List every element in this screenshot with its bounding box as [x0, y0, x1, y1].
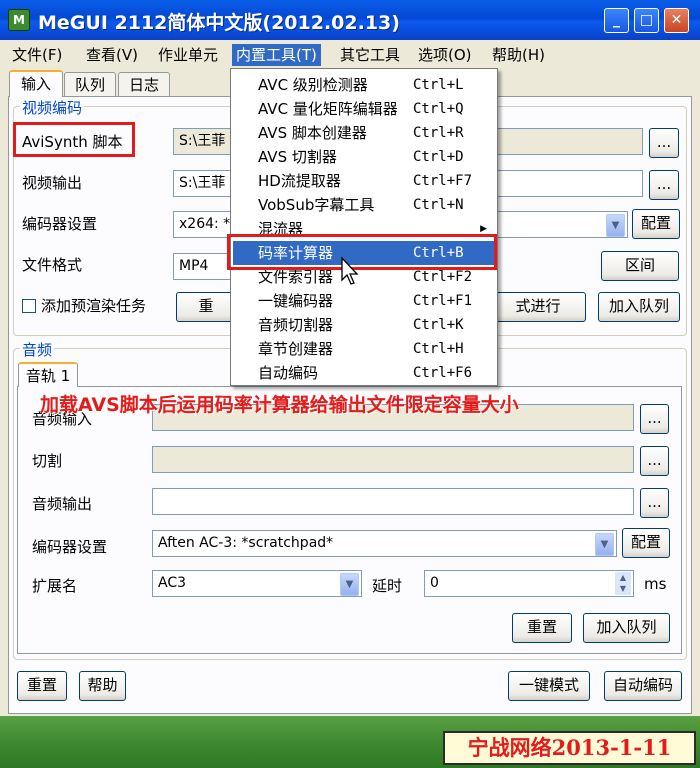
audio-encoder-select[interactable]: Aften AC-3: *scratchpad* ▼: [152, 530, 617, 557]
audio-output-field[interactable]: [152, 488, 634, 515]
audio-encoder-label: 编码器设置: [32, 538, 108, 556]
close-icon: ✕: [670, 12, 683, 28]
avisynth-browse-button[interactable]: ...: [649, 128, 679, 158]
prerender-checkbox[interactable]: [22, 299, 36, 313]
audio-cut-label: 切割: [32, 452, 63, 470]
menu-item-auto-encode[interactable]: 自动编码 Ctrl+F6: [233, 361, 495, 385]
spinner-arrows-icon[interactable]: ▲ ▼: [615, 572, 631, 595]
watermark-label: 宁战网络2013-1-11: [443, 731, 696, 765]
menu-item-avc-matrix-editor[interactable]: AVC 量化矩阵编辑器 Ctrl+Q: [233, 97, 495, 121]
delay-value: 0: [430, 575, 439, 591]
delay-stepper[interactable]: 0 ▲ ▼: [424, 570, 634, 597]
menu-item-avs-cutter[interactable]: AVS 切割器 Ctrl+D: [233, 145, 495, 169]
menu-item-hd-stream-extractor[interactable]: HD流提取器 Ctrl+F7: [233, 169, 495, 193]
extension-value: AC3: [158, 575, 187, 591]
annotation-text: 加载AVS脚本后运用码率计算器给输出文件限定容量大小: [40, 394, 519, 416]
video-enqueue-button[interactable]: 加入队列: [598, 292, 680, 322]
maximize-icon: □: [639, 12, 654, 28]
audio-encoder-value: Aften AC-3: *scratchpad*: [158, 535, 334, 551]
menu-file[interactable]: 文件(F): [8, 44, 66, 66]
video-run-button[interactable]: 式进行: [490, 292, 586, 322]
menu-help[interactable]: 帮助(H): [488, 44, 549, 66]
menu-options[interactable]: 选项(O): [414, 44, 476, 66]
audio-enqueue-button[interactable]: 加入队列: [583, 613, 670, 643]
app-icon: M: [8, 9, 30, 31]
menu-other-tools[interactable]: 其它工具: [336, 44, 404, 66]
file-format-label: 文件格式: [22, 256, 83, 274]
mouse-pointer-icon: [341, 256, 359, 285]
extension-select[interactable]: AC3 ▼: [152, 570, 362, 597]
video-encoder-value: x264: *: [179, 216, 231, 232]
menu-jobs[interactable]: 作业单元: [154, 44, 222, 66]
prerender-label: 添加预渲染任务: [41, 297, 147, 315]
minimize-icon: _: [613, 12, 620, 28]
help-button[interactable]: 帮助: [79, 671, 126, 701]
auto-encode-button[interactable]: 自动编码: [604, 671, 682, 701]
video-encoder-label: 编码器设置: [22, 215, 98, 233]
video-reset-button[interactable]: 重: [176, 292, 236, 322]
audio-config-button[interactable]: 配置: [622, 528, 670, 558]
audio-group-title: 音频: [20, 339, 55, 360]
close-button[interactable]: ✕: [664, 8, 689, 33]
menu-item-avc-level-checker[interactable]: AVC 级别检测器 Ctrl+L: [233, 73, 495, 97]
extension-label: 扩展名: [32, 577, 78, 595]
maximize-button[interactable]: □: [634, 8, 659, 33]
delay-label: 延时: [372, 577, 403, 595]
chevron-down-icon[interactable]: ▼: [340, 573, 359, 596]
video-output-browse-button[interactable]: ...: [649, 170, 679, 200]
tab-log[interactable]: 日志: [118, 72, 170, 96]
minimize-button[interactable]: _: [604, 8, 629, 33]
audio-cut-field[interactable]: [152, 446, 634, 473]
delay-unit: ms: [644, 575, 667, 593]
audio-output-browse-button[interactable]: ...: [640, 488, 669, 518]
video-config-button[interactable]: 配置: [632, 209, 680, 239]
tab-input[interactable]: 输入: [9, 70, 63, 97]
menu-tools[interactable]: 内置工具(T): [232, 44, 321, 66]
menu-item-oneclick-encoder[interactable]: 一键编码器 Ctrl+F1: [233, 289, 495, 313]
range-button[interactable]: 区间: [601, 251, 679, 281]
audio-reset-button[interactable]: 重置: [512, 613, 572, 643]
video-output-label: 视频输出: [22, 174, 83, 192]
tab-audio-track-1[interactable]: 音轨 1: [18, 362, 78, 387]
menu-item-chapter-creator[interactable]: 章节创建器 Ctrl+H: [233, 337, 495, 361]
chevron-down-icon[interactable]: ▼: [595, 533, 614, 556]
oneclick-mode-button[interactable]: 一键模式: [508, 671, 590, 701]
audio-cut-browse-button[interactable]: ...: [640, 446, 669, 476]
tab-queue[interactable]: 队列: [64, 72, 116, 96]
menu-item-avs-script-creator[interactable]: AVS 脚本创建器 Ctrl+R: [233, 121, 495, 145]
video-group-title: 视频编码: [20, 97, 85, 118]
highlight-box-bitrate-calculator: [227, 234, 497, 270]
highlight-box-avisynth: [13, 122, 135, 157]
menu-item-vobsub-tool[interactable]: VobSub字幕工具 Ctrl+N: [233, 193, 495, 217]
menu-item-audio-cutter[interactable]: 音频切割器 Ctrl+K: [233, 313, 495, 337]
tools-dropdown-menu: AVC 级别检测器 Ctrl+L AVC 量化矩阵编辑器 Ctrl+Q AVS 脚本…: [230, 68, 498, 386]
reset-button[interactable]: 重置: [17, 671, 67, 701]
audio-output-label: 音频输出: [32, 495, 93, 513]
menu-view[interactable]: 查看(V): [82, 44, 142, 66]
file-format-select[interactable]: MP4: [173, 253, 233, 280]
window-title: MeGUI 2112简体中文版(2012.02.13): [38, 12, 400, 34]
chevron-down-icon[interactable]: ▼: [606, 214, 625, 237]
audio-input-browse-button[interactable]: ...: [640, 404, 669, 434]
